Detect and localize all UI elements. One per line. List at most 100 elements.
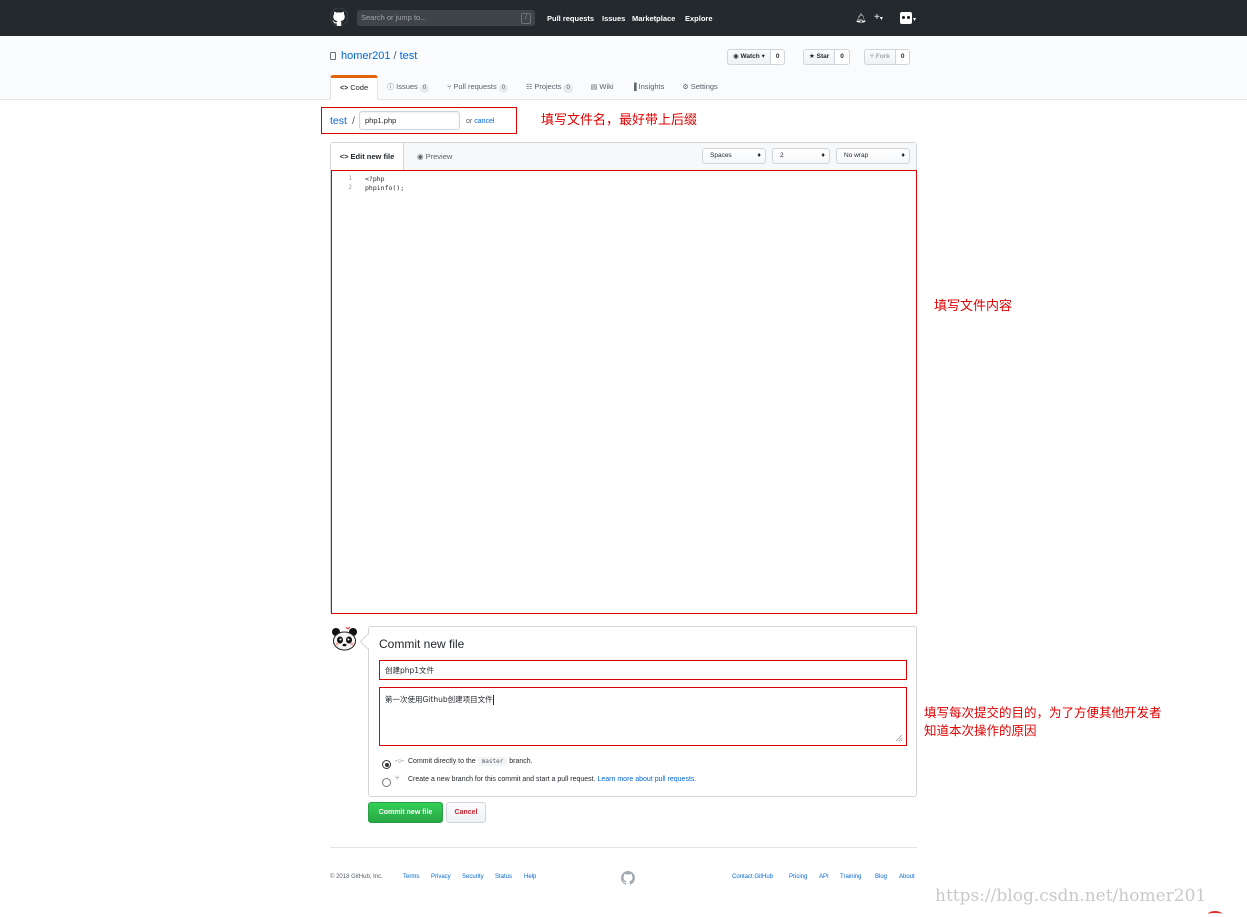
tab-wiki[interactable]: ▤ Wiki bbox=[582, 75, 623, 99]
chevron-down-icon: ▾ bbox=[879, 16, 883, 22]
tab-projects-count: 0 bbox=[563, 84, 573, 93]
avatar[interactable] bbox=[330, 625, 359, 654]
tab-pull-requests-label: Pull requests bbox=[453, 82, 497, 91]
search-input[interactable]: Search or jump to... / bbox=[357, 10, 535, 26]
text-caret bbox=[492, 695, 494, 705]
watch-button[interactable]: ◉ Watch ▾ bbox=[727, 49, 771, 65]
star-label: Star bbox=[816, 53, 830, 60]
issue-icon: ⓘ bbox=[387, 84, 395, 91]
footer-link-contact[interactable]: Contact GitHub bbox=[732, 874, 773, 880]
tab-code[interactable]: <> Code bbox=[330, 75, 379, 100]
nav-explore[interactable]: Explore bbox=[685, 14, 713, 23]
nav-issues[interactable]: Issues bbox=[602, 14, 625, 23]
filename-input[interactable] bbox=[359, 111, 460, 130]
tab-settings[interactable]: ⚙ Settings bbox=[673, 75, 726, 99]
repo-owner-link[interactable]: homer201 bbox=[341, 50, 391, 62]
commit-message-input[interactable] bbox=[379, 660, 907, 680]
tab-insights-label: Insights bbox=[638, 82, 665, 91]
fork-button[interactable]: ⑂ Fork bbox=[864, 49, 896, 65]
graph-icon: ▐ bbox=[631, 84, 637, 91]
tab-issues[interactable]: ⓘ Issues 0 bbox=[378, 75, 438, 99]
or-cancel: or cancel bbox=[466, 118, 494, 125]
commit-description-textarea[interactable]: 第一次使用Github创建项目文件 bbox=[379, 687, 907, 746]
commit-new-file-button[interactable]: Commit new file bbox=[368, 802, 443, 823]
commit-direct-suffix: branch. bbox=[509, 758, 533, 765]
indent-mode-select[interactable]: Spaces bbox=[702, 148, 766, 164]
tab-edit-label: Edit new file bbox=[350, 152, 395, 161]
footer-link-training[interactable]: Training bbox=[840, 874, 861, 880]
commit-direct-radio[interactable] bbox=[382, 760, 391, 769]
search-placeholder: Search or jump to... bbox=[361, 13, 427, 22]
resize-handle-icon[interactable] bbox=[895, 734, 903, 742]
code-line[interactable]: <?php bbox=[365, 175, 385, 183]
commit-form-title: Commit new file bbox=[379, 637, 465, 651]
footer-link-blog[interactable]: Blog bbox=[875, 874, 887, 880]
watch-label: Watch bbox=[740, 53, 760, 60]
line-wrap-select[interactable]: No wrap bbox=[836, 148, 910, 164]
footer-link-about[interactable]: About bbox=[899, 874, 915, 880]
or-text: or bbox=[466, 118, 473, 125]
repo-title: homer201/test bbox=[341, 50, 417, 62]
footer-link-terms[interactable]: Terms bbox=[403, 874, 419, 880]
commit-new-branch-text: Create a new branch for this commit and … bbox=[408, 776, 596, 783]
indent-size-select[interactable]: 2 bbox=[772, 148, 830, 164]
footer-link-privacy[interactable]: Privacy bbox=[431, 874, 451, 880]
cancel-button[interactable]: Cancel bbox=[446, 802, 486, 823]
avatar-chevron-down-icon[interactable]: ▾ bbox=[913, 14, 916, 26]
annotation-commit-line1: 填写每次提交的目的，为了方便其他开发者 bbox=[924, 705, 1162, 720]
watch-count[interactable]: 0 bbox=[770, 49, 786, 65]
commit-direct-label: Commit directly to the master branch. bbox=[408, 757, 533, 766]
commit-description-text: 第一次使用Github创建项目文件 bbox=[385, 695, 493, 704]
nav-marketplace[interactable]: Marketplace bbox=[632, 14, 675, 23]
repo-name-link[interactable]: test bbox=[400, 50, 418, 62]
learn-more-link[interactable]: Learn more about pull requests. bbox=[598, 776, 697, 783]
chevron-down-icon: ▾ bbox=[761, 53, 765, 60]
line-number: 1 bbox=[348, 175, 352, 182]
tab-settings-label: Settings bbox=[690, 82, 718, 91]
git-commit-icon: -○- bbox=[395, 758, 404, 765]
footer-link-pricing[interactable]: Pricing bbox=[789, 874, 807, 880]
tab-insights[interactable]: ▐ Insights bbox=[623, 75, 674, 99]
notification-bell-icon[interactable]: 🔔︎ bbox=[855, 12, 866, 24]
corner-mark bbox=[1208, 911, 1222, 917]
pull-request-icon: ⑂ bbox=[395, 775, 400, 782]
fork-label: Fork bbox=[875, 53, 890, 60]
tab-pull-requests[interactable]: ⑂ Pull requests 0 bbox=[438, 75, 517, 99]
tab-edit-new-file[interactable]: <> Edit new file bbox=[331, 143, 404, 171]
breadcrumb-repo-link[interactable]: test bbox=[330, 115, 347, 127]
eye-icon: ◉ bbox=[417, 152, 424, 161]
tab-pull-requests-count: 0 bbox=[498, 84, 509, 93]
github-footer-logo-icon[interactable] bbox=[621, 871, 635, 885]
star-button[interactable]: ★ Star bbox=[803, 49, 836, 65]
watermark: https://blog.csdn.net/homer201 bbox=[935, 886, 1207, 906]
tab-issues-label: Issues bbox=[396, 82, 418, 91]
tab-projects[interactable]: ☷ Projects 0 bbox=[517, 75, 582, 99]
footer-link-status[interactable]: Status bbox=[495, 874, 512, 880]
branch-name: master bbox=[477, 757, 508, 766]
nav-pull-requests[interactable]: Pull requests bbox=[547, 14, 594, 23]
repo-icon bbox=[330, 52, 336, 60]
book-icon: ▤ bbox=[590, 84, 598, 91]
tab-preview-label: Preview bbox=[425, 152, 453, 161]
search-shortcut-hint: / bbox=[521, 13, 531, 24]
footer-link-help[interactable]: Help bbox=[524, 874, 536, 880]
footer-link-security[interactable]: Security bbox=[462, 874, 484, 880]
tab-code-label: Code bbox=[350, 83, 369, 92]
star-button-group: ★ Star 0 bbox=[803, 49, 850, 65]
cancel-link[interactable]: cancel bbox=[474, 118, 494, 125]
tab-preview[interactable]: ◉ Preview bbox=[417, 143, 452, 171]
footer-copyright: © 2018 GitHub, Inc. bbox=[330, 874, 383, 880]
pull-request-icon: ⑂ bbox=[447, 84, 452, 91]
breadcrumb-slash: / bbox=[352, 115, 355, 127]
footer-divider bbox=[330, 847, 917, 848]
commit-direct-prefix: Commit directly to the bbox=[408, 758, 476, 765]
fork-count[interactable]: 0 bbox=[895, 49, 911, 65]
star-count[interactable]: 0 bbox=[835, 49, 850, 65]
github-logo-icon[interactable] bbox=[330, 8, 348, 26]
code-line[interactable]: phpinfo(); bbox=[365, 184, 404, 192]
code-editor[interactable] bbox=[331, 170, 917, 614]
commit-new-branch-radio[interactable] bbox=[382, 778, 391, 787]
new-plus-icon[interactable]: +▾ bbox=[874, 12, 883, 25]
user-avatar[interactable] bbox=[900, 12, 912, 24]
footer-link-api[interactable]: API bbox=[819, 874, 829, 880]
